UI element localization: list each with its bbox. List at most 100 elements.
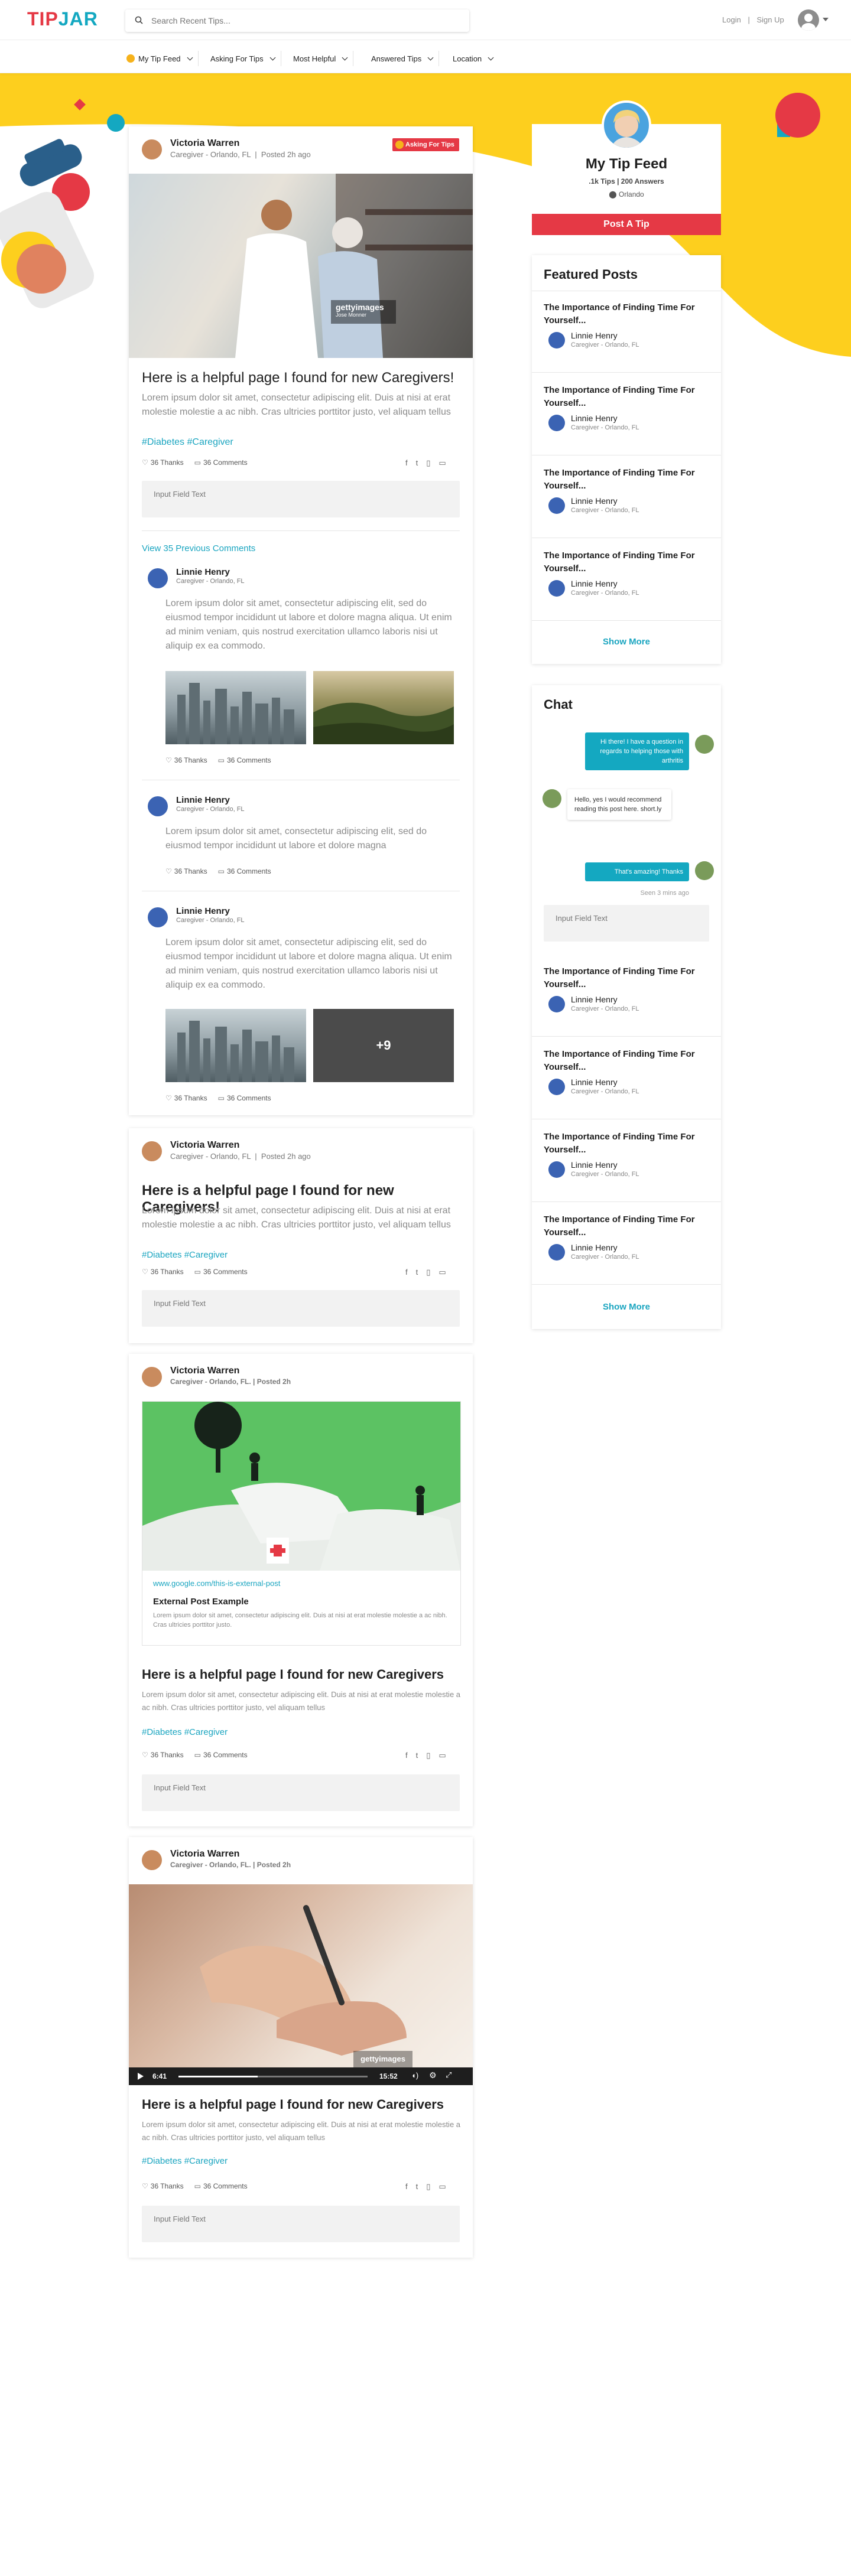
comment-input[interactable] xyxy=(152,2214,449,2224)
comment-field[interactable] xyxy=(142,1774,460,1811)
twitter-icon[interactable]: t xyxy=(416,1268,418,1277)
twitter-icon[interactable]: t xyxy=(416,1751,418,1760)
post-author[interactable]: Victoria Warren xyxy=(170,1849,239,1859)
view-previous-comments-link[interactable]: View 35 Previous Comments xyxy=(142,543,255,553)
filter-my-tip-feed[interactable]: My Tip Feed xyxy=(126,51,199,66)
featured-post-title[interactable]: The Importance of Finding Time For Yours… xyxy=(544,301,709,327)
avatar[interactable] xyxy=(548,415,565,431)
reply-author[interactable]: Linnie Henry xyxy=(176,795,230,805)
thanks-button[interactable]: ♡ 36 Thanks xyxy=(142,2182,184,2190)
link-preview-url[interactable]: www.google.com/this-is-external-post xyxy=(153,1579,280,1588)
post-title[interactable]: Here is a helpful page I found for new C… xyxy=(142,370,461,386)
volume-icon[interactable]: ◖) xyxy=(411,2071,418,2080)
thanks-button[interactable]: ♡ 36 Thanks xyxy=(142,1751,184,1759)
filter-location[interactable]: Location xyxy=(453,51,499,66)
chat-input-field[interactable] xyxy=(544,905,709,942)
featured-post-title[interactable]: The Importance of Finding Time For Yours… xyxy=(544,467,709,493)
chat-show-more-button[interactable]: Show More xyxy=(532,1302,721,1312)
featured-post-author[interactable]: Linnie Henry xyxy=(571,413,618,423)
featured-post-author[interactable]: Linnie Henry xyxy=(571,496,618,506)
folder-icon[interactable]: ▭ xyxy=(439,2182,446,2191)
comments-button[interactable]: ▭ 36 Comments xyxy=(218,1094,271,1102)
filter-most-helpful[interactable]: Most Helpful xyxy=(293,51,354,66)
avatar[interactable] xyxy=(695,861,714,880)
comments-button[interactable]: ▭ 36 Comments xyxy=(194,1268,248,1276)
chat-post-author[interactable]: Linnie Henry xyxy=(571,1160,618,1170)
avatar[interactable] xyxy=(548,1079,565,1095)
bookmark-icon[interactable]: ▯ xyxy=(426,458,430,468)
chat-input[interactable] xyxy=(554,913,699,923)
post-title[interactable]: Here is a helpful page I found for new C… xyxy=(142,1667,473,1682)
comment-field[interactable] xyxy=(142,2206,460,2242)
thanks-button[interactable]: ♡ 36 Thanks xyxy=(165,867,207,875)
thanks-button[interactable]: ♡ 36 Thanks xyxy=(142,458,184,467)
post-tags[interactable]: #Diabetes #Caregiver xyxy=(142,2156,228,2166)
fullscreen-icon[interactable]: ⤢ xyxy=(446,2070,452,2080)
comments-button[interactable]: ▭ 36 Comments xyxy=(194,458,248,467)
folder-icon[interactable]: ▭ xyxy=(439,1751,446,1760)
post-a-tip-button[interactable]: Post A Tip xyxy=(532,214,721,235)
post-author[interactable]: Victoria Warren xyxy=(170,1140,239,1151)
status-badge[interactable]: Asking For Tips xyxy=(392,138,459,151)
comments-button[interactable]: ▭ 36 Comments xyxy=(194,1751,248,1759)
facebook-icon[interactable]: f xyxy=(405,1751,408,1760)
facebook-icon[interactable]: f xyxy=(405,2182,408,2191)
avatar[interactable] xyxy=(548,996,565,1012)
post-title[interactable]: Here is a helpful page I found for new C… xyxy=(142,2097,473,2112)
avatar[interactable] xyxy=(695,735,714,754)
featured-post-author[interactable]: Linnie Henry xyxy=(571,579,618,588)
post-tags[interactable]: #Diabetes #Caregiver xyxy=(142,1727,228,1737)
more-images-tile[interactable]: +9 xyxy=(313,1009,454,1082)
featured-post-title[interactable]: The Importance of Finding Time For Yours… xyxy=(544,549,709,575)
post-author[interactable]: Victoria Warren xyxy=(170,1366,239,1376)
comment-field[interactable] xyxy=(142,481,460,517)
reply-image-city[interactable] xyxy=(165,671,306,744)
avatar[interactable] xyxy=(148,568,168,588)
avatar[interactable] xyxy=(548,332,565,349)
chat-post-author[interactable]: Linnie Henry xyxy=(571,1243,618,1252)
video-player[interactable]: gettyimages 6:41 15:52 ◖) ⚙ ⤢ xyxy=(129,1884,473,2085)
comments-button[interactable]: ▭ 36 Comments xyxy=(194,2182,248,2190)
reply-image-landscape[interactable] xyxy=(313,671,454,744)
profile-avatar[interactable] xyxy=(602,100,651,150)
post-tags[interactable]: #Diabetes #Caregiver xyxy=(142,437,233,448)
avatar[interactable] xyxy=(548,580,565,597)
post-author[interactable]: Victoria Warren xyxy=(170,138,239,149)
chat-post-title[interactable]: The Importance of Finding Time For Yours… xyxy=(544,1048,709,1074)
link-preview-title[interactable]: External Post Example xyxy=(153,1597,249,1607)
comment-input[interactable] xyxy=(152,1783,449,1793)
play-icon[interactable] xyxy=(137,2073,144,2080)
bookmark-icon[interactable]: ▯ xyxy=(426,2182,430,2191)
settings-gear-icon[interactable]: ⚙ xyxy=(429,2070,437,2080)
post-tags[interactable]: #Diabetes #Caregiver xyxy=(142,1250,228,1260)
chat-post-title[interactable]: The Importance of Finding Time For Yours… xyxy=(544,1131,709,1157)
comments-button[interactable]: ▭ 36 Comments xyxy=(218,867,271,875)
folder-icon[interactable]: ▭ xyxy=(439,458,446,468)
comment-input[interactable] xyxy=(152,489,449,499)
thanks-button[interactable]: ♡ 36 Thanks xyxy=(165,756,207,764)
video-progress-bar[interactable] xyxy=(178,2076,368,2077)
avatar[interactable] xyxy=(548,497,565,514)
chat-post-author[interactable]: Linnie Henry xyxy=(571,995,618,1004)
featured-post-author[interactable]: Linnie Henry xyxy=(571,331,618,340)
avatar[interactable] xyxy=(543,789,561,808)
account-menu-caret-icon[interactable] xyxy=(823,18,829,21)
user-avatar-icon[interactable] xyxy=(798,9,819,31)
reply-author[interactable]: Linnie Henry xyxy=(176,567,230,577)
avatar[interactable] xyxy=(142,139,162,159)
login-link[interactable]: Login xyxy=(722,15,741,24)
tipjar-logo[interactable]: TIPJAR xyxy=(27,8,98,30)
avatar[interactable] xyxy=(148,907,168,927)
facebook-icon[interactable]: f xyxy=(405,1268,408,1277)
facebook-icon[interactable]: f xyxy=(405,458,408,468)
bookmark-icon[interactable]: ▯ xyxy=(426,1268,430,1277)
chat-post-title[interactable]: The Importance of Finding Time For Yours… xyxy=(544,1213,709,1239)
comment-field[interactable] xyxy=(142,1290,460,1327)
reply-image-city[interactable] xyxy=(165,1009,306,1082)
avatar[interactable] xyxy=(142,1141,162,1161)
avatar[interactable] xyxy=(148,796,168,816)
twitter-icon[interactable]: t xyxy=(416,2182,418,2191)
featured-post-title[interactable]: The Importance of Finding Time For Yours… xyxy=(544,384,709,410)
search-bar[interactable] xyxy=(125,9,469,32)
featured-show-more-button[interactable]: Show More xyxy=(532,637,721,647)
